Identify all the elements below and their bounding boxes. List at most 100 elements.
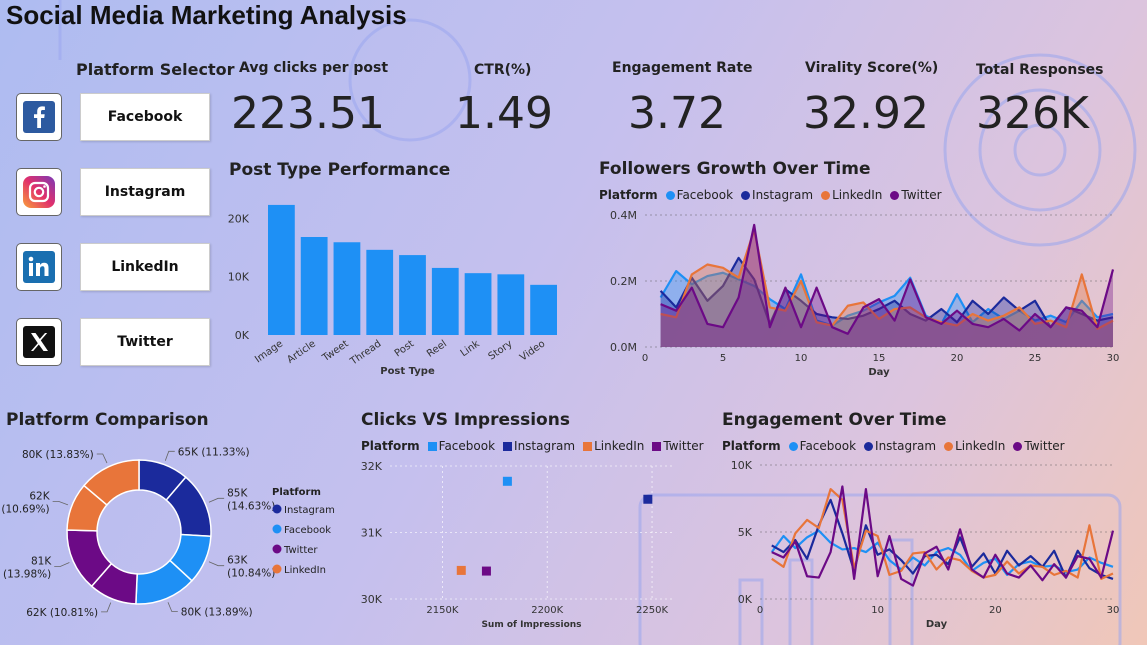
followers-legend-twitter: Twitter (890, 188, 942, 202)
bar-video (530, 284, 557, 335)
post-type-xtick-image: Image (253, 338, 285, 365)
pie-legend-title: Platform (272, 487, 321, 498)
engagement-xlabel: Day (926, 619, 948, 630)
pie-leader-4 (101, 602, 112, 613)
pie-leader-0 (164, 450, 175, 461)
instagram-icon (16, 168, 62, 216)
kpi-avg-clicks-label: Avg clicks per post (239, 60, 389, 76)
kpi-avg-clicks-value: 223.51 (231, 88, 385, 139)
post-type-ytick-1: 10K (228, 271, 250, 284)
scatter-legend-instagram: Instagram (503, 439, 575, 453)
followers-ytick-1: 0.2M (610, 275, 637, 288)
platform-comparison-title: Platform Comparison (6, 410, 209, 430)
pie-leader-6 (52, 500, 69, 506)
pie-label-7: 80K (13.83%) (22, 449, 94, 461)
scatter-ytick-0: 30K (361, 593, 383, 606)
clicks-impressions-title: Clicks VS Impressions (361, 410, 570, 430)
engagement-xtick-2: 20 (989, 605, 1002, 616)
engagement-ytick-0: 0K (738, 593, 753, 606)
scatter-xtick-0: 2150K (426, 605, 458, 616)
engagement-legend-twitter: Twitter (1013, 439, 1065, 453)
pie-legend-dot-linkedin (272, 564, 282, 574)
post-type-xtick-post: Post (393, 338, 417, 359)
post-type-xtick-video: Video (518, 338, 547, 363)
pie-leader-5 (54, 562, 70, 567)
post-type-xtick-reel: Reel (425, 338, 449, 359)
engagement-ytick-2: 10K (731, 459, 753, 472)
platform-selector-title: Platform Selector (76, 60, 235, 79)
followers-legend-instagram: Instagram (741, 188, 813, 202)
pie-label-5: 81K (13.98%) (3, 556, 52, 581)
followers-xtick-6: 30 (1107, 353, 1120, 364)
engagement-legend-title: Platform (722, 439, 781, 453)
linkedin-icon (16, 243, 62, 291)
pie-label-0: 65K (11.33%) (178, 446, 250, 458)
pie-label-6: 62K (10.69%) (1, 490, 50, 515)
kpi-virality-label: Virality Score(%) (805, 60, 939, 76)
scatter-legend-linkedin: LinkedIn (583, 439, 644, 453)
kpi-total-responses-value: 326K (976, 88, 1089, 139)
clicks-impressions-chart: 30K 31K 32K 2150K 2200K 2250K Sum of Impressio… (361, 460, 673, 630)
bar-story (497, 274, 525, 335)
scatter-xtick-1: 2200K (531, 605, 563, 616)
pie-legend-facebook: Facebook (284, 525, 331, 536)
pie-legend-dot-facebook (272, 524, 282, 534)
pie-legend-dot-twitter (272, 544, 282, 554)
scatter-xlabel: Sum of Impressions (481, 620, 581, 630)
pie-label-4: 62K (10.81%) (26, 607, 98, 619)
pie-legend-dot-instagram (272, 504, 282, 514)
kpi-ctr-label: CTR(%) (474, 62, 532, 78)
facebook-icon (16, 93, 62, 141)
scatter-xtick-2: 2250K (636, 605, 668, 616)
scatter-point-twitter (481, 566, 491, 576)
followers-legend: Platform Facebook Instagram LinkedIn Twi… (599, 188, 946, 202)
engagement-chart-title: Engagement Over Time (722, 410, 947, 430)
followers-legend-linkedin: LinkedIn (821, 188, 882, 202)
pie-label-2: 63K (10.84%) (227, 555, 275, 580)
selector-instagram-button[interactable]: Instagram (80, 168, 210, 216)
post-type-chart: 0K 10K 20K Image Article TweetThread Post Reel L… (228, 204, 557, 377)
bar-reel (431, 267, 459, 335)
bar-post (399, 255, 426, 335)
platform-comparison-chart: 65K (11.33%) 85K (14.63%) 63K (10.84%) 80K (1… (1, 446, 335, 619)
engagement-legend-facebook: Facebook (788, 439, 856, 453)
followers-chart: 0.0M 0.2M 0.4M 0 5 10 15 20 25 30 Day (610, 209, 1120, 378)
pie-leader-1 (208, 497, 225, 503)
engagement-legend: Platform Facebook Instagram LinkedIn Twi… (722, 439, 1069, 453)
post-type-xtick-tweet: Tweet (320, 338, 351, 364)
post-type-chart-title: Post Type Performance (229, 160, 451, 180)
selector-twitter-button[interactable]: Twitter (80, 318, 210, 366)
selector-facebook-button[interactable]: Facebook (80, 93, 210, 141)
pie-legend-twitter: Twitter (283, 545, 318, 556)
followers-legend-facebook: Facebook (665, 188, 733, 202)
post-type-ytick-2: 20K (228, 212, 250, 225)
post-type-xlabel: Post Type (380, 366, 435, 377)
pie-legend-instagram: Instagram (284, 505, 335, 516)
post-type-xtick-thread: Thread (348, 338, 384, 368)
kpi-virality-value: 32.92 (803, 88, 929, 139)
dashboard-title: Social Media Marketing Analysis (6, 0, 407, 30)
followers-ytick-0: 0.0M (610, 341, 637, 354)
pie-label-3: 80K (13.89%) (181, 606, 253, 618)
pie-leader-7 (96, 453, 108, 464)
selector-linkedin-button[interactable]: LinkedIn (80, 243, 210, 291)
followers-chart-title: Followers Growth Over Time (599, 159, 871, 179)
kpi-engagement-rate-label: Engagement Rate (612, 60, 753, 76)
engagement-xtick-0: 0 (757, 605, 763, 616)
followers-xtick-5: 25 (1029, 353, 1042, 364)
scatter-point-instagram (643, 494, 653, 504)
kpi-ctr-value: 1.49 (455, 88, 553, 139)
followers-xtick-2: 10 (795, 353, 808, 364)
scatter-point-facebook (502, 476, 512, 486)
bar-thread (366, 249, 394, 335)
bar-article (300, 237, 328, 335)
x-twitter-icon (16, 318, 62, 366)
post-type-xtick-story: Story (487, 338, 515, 362)
scatter-legend-facebook: Facebook (427, 439, 495, 453)
post-type-xtick-link: Link (459, 338, 482, 359)
engagement-xtick-3: 30 (1107, 605, 1120, 616)
scatter-legend-title: Platform (361, 439, 420, 453)
pie-label-1: 85K (14.63%) (227, 487, 275, 512)
followers-xtick-4: 20 (951, 353, 964, 364)
followers-xlabel: Day (868, 367, 890, 378)
